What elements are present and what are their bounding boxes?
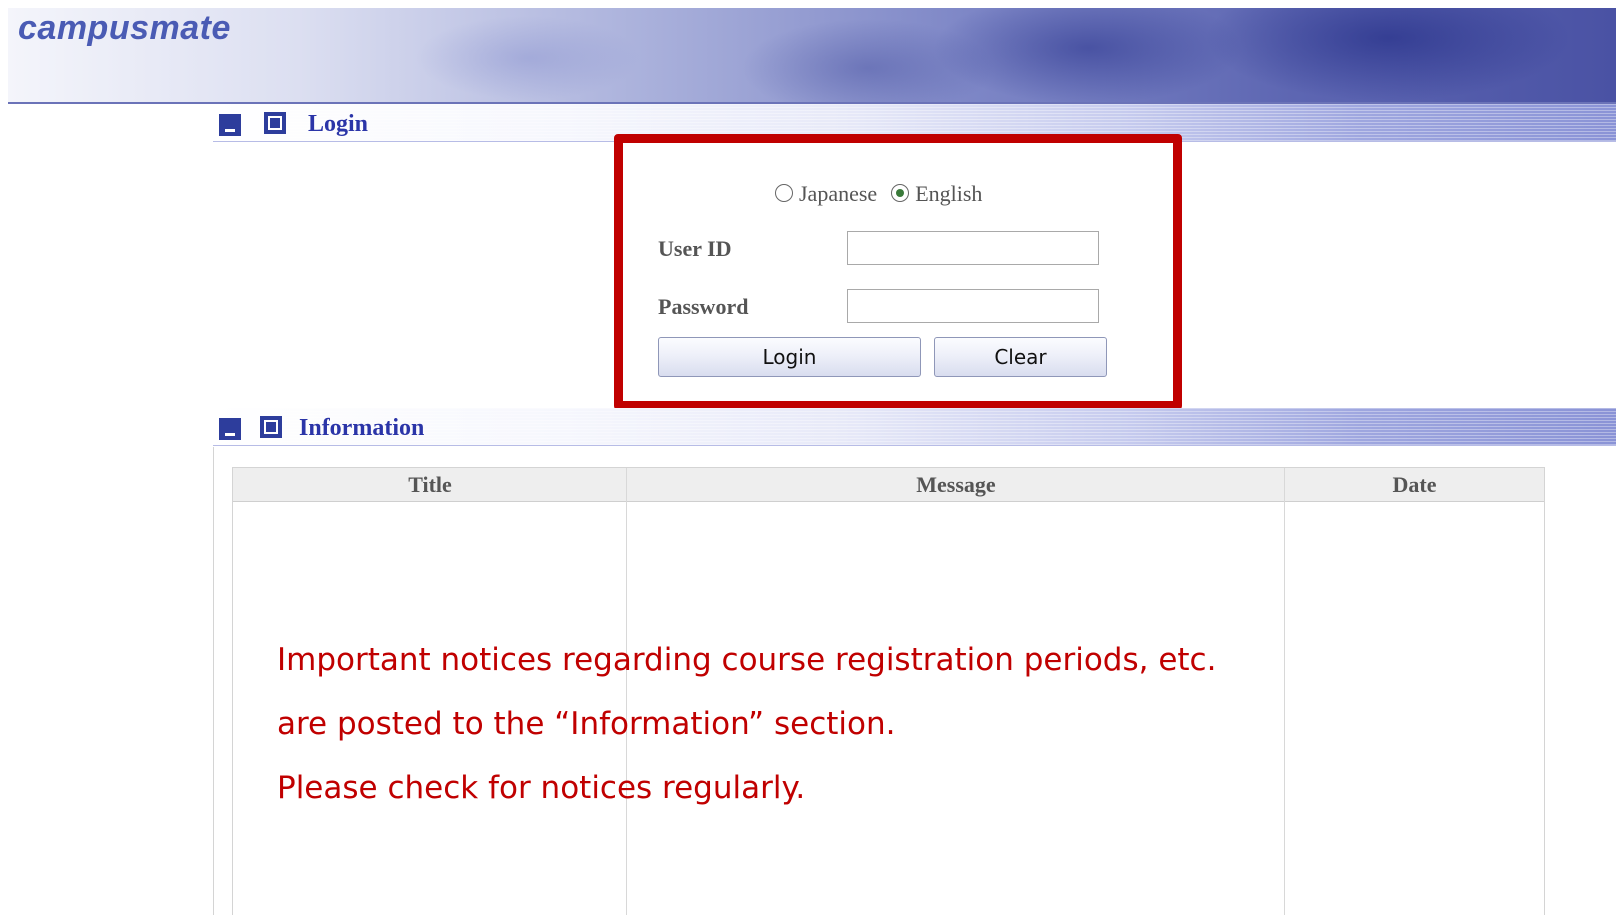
- login-section-title: Login: [308, 111, 369, 137]
- column-divider: [1284, 468, 1285, 915]
- minimize-icon[interactable]: [219, 418, 241, 440]
- maximize-icon[interactable]: [260, 416, 282, 438]
- campusmate-logo: campusmate: [18, 9, 231, 47]
- information-section-bar: Information: [213, 408, 1616, 446]
- annotation-line: are posted to the “Information” section.: [277, 706, 896, 742]
- login-form-highlight: Japanese English User ID Password Login C…: [614, 134, 1182, 410]
- password-label: Password: [658, 294, 749, 319]
- annotation-line: Please check for notices regularly.: [277, 770, 806, 806]
- user-id-input[interactable]: [847, 231, 1099, 265]
- column-header-message[interactable]: Message: [627, 468, 1285, 502]
- radio-unchecked-icon[interactable]: [775, 184, 793, 202]
- information-section-title: Information: [299, 415, 425, 441]
- minimize-icon[interactable]: [219, 114, 241, 136]
- language-label-japanese: Japanese: [799, 181, 878, 206]
- maximize-icon[interactable]: [264, 112, 286, 134]
- column-header-date[interactable]: Date: [1285, 468, 1544, 502]
- annotation-line: Important notices regarding course regis…: [277, 642, 1217, 678]
- clear-button[interactable]: Clear: [934, 337, 1107, 377]
- language-option-japanese[interactable]: Japanese: [775, 181, 877, 206]
- language-option-english[interactable]: English: [891, 181, 982, 206]
- password-input[interactable]: [847, 289, 1099, 323]
- header-banner: [8, 8, 1616, 104]
- page: campusmate Login Japanese English User ID…: [0, 0, 1623, 915]
- login-button[interactable]: Login: [658, 337, 921, 377]
- column-header-title[interactable]: Title: [233, 468, 627, 502]
- language-selector: Japanese English: [775, 181, 996, 207]
- language-label-english: English: [915, 181, 983, 206]
- user-id-label: User ID: [658, 236, 732, 261]
- annotation-text: Important notices regarding course regis…: [277, 628, 1216, 820]
- radio-checked-icon[interactable]: [891, 184, 910, 202]
